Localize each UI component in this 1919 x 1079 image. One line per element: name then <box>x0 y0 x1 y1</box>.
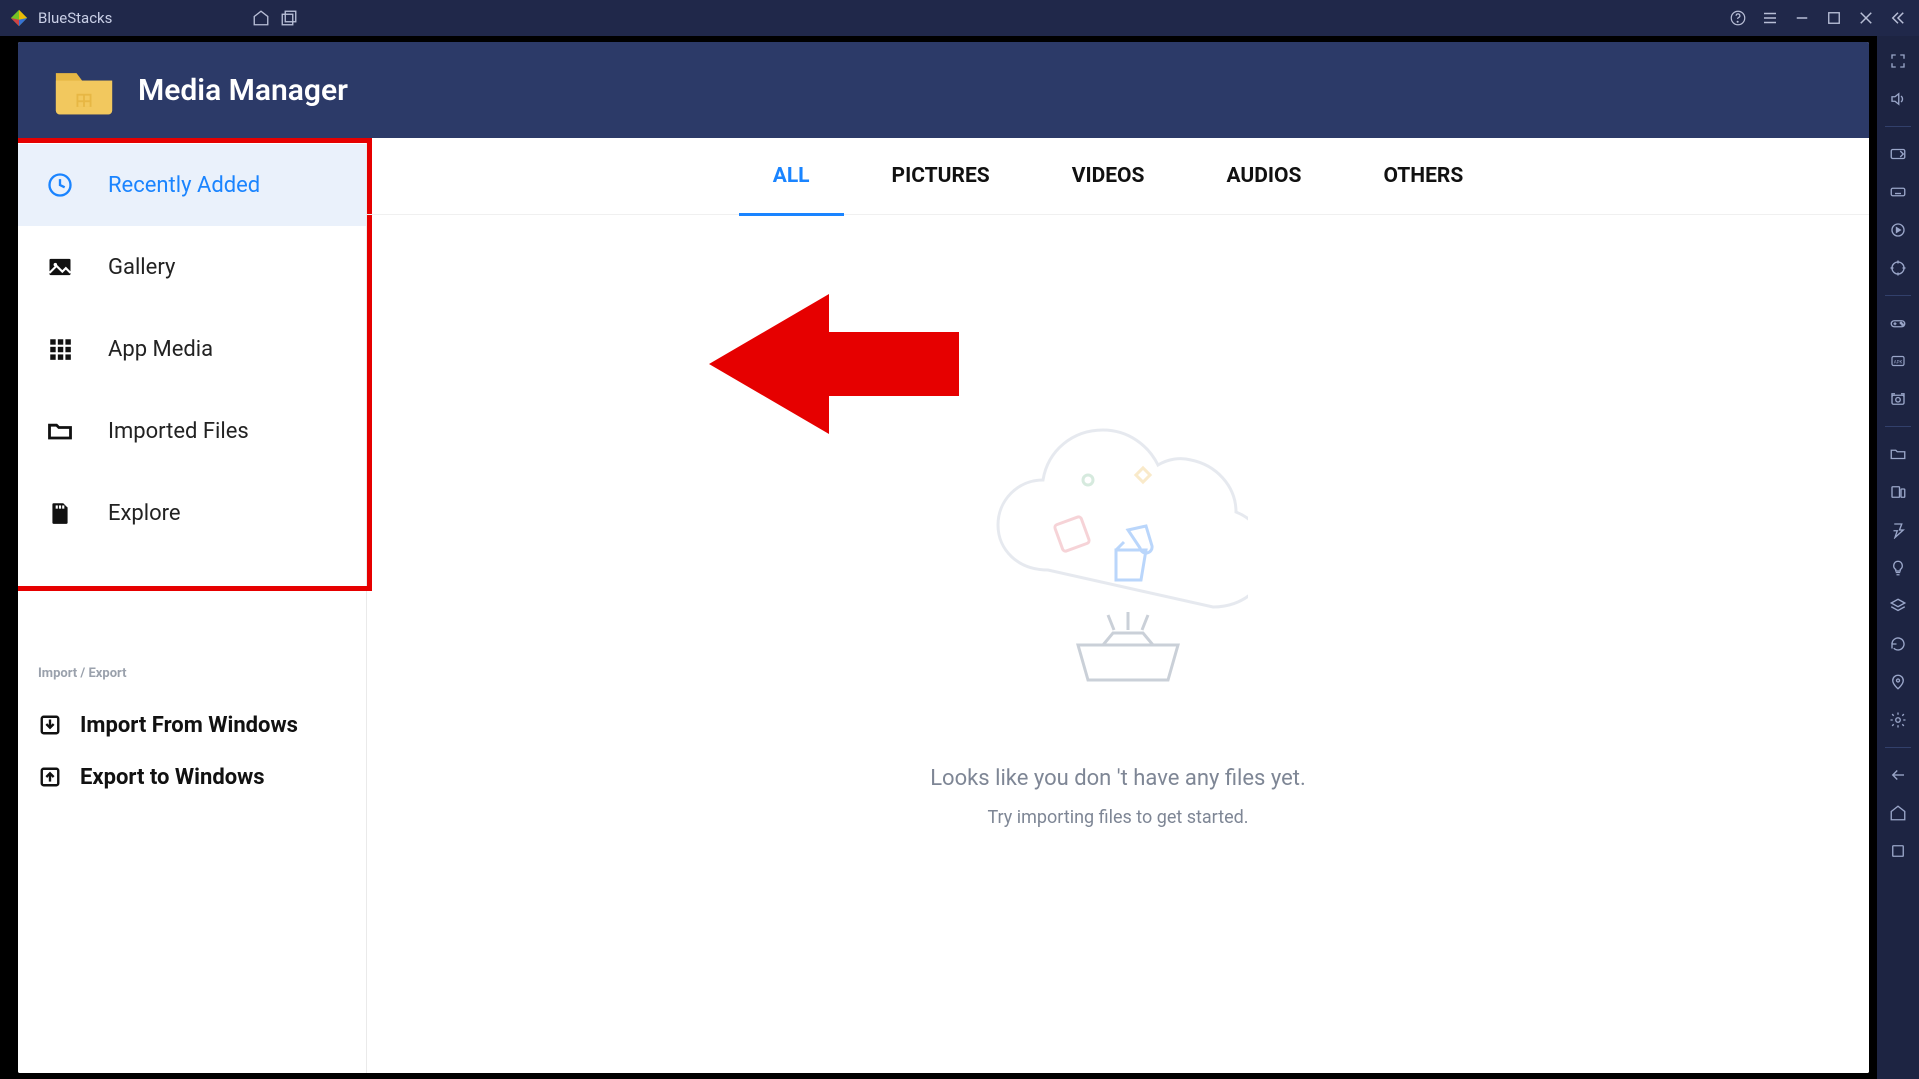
export-to-windows-button[interactable]: Export to Windows <box>38 751 346 803</box>
sidebar-item-gallery[interactable]: Gallery <box>18 226 366 308</box>
rotate-icon[interactable] <box>1885 629 1911 659</box>
apk-icon[interactable]: APK <box>1885 346 1911 376</box>
sidebar-item-label: Recently Added <box>108 173 260 198</box>
home-rail-icon[interactable] <box>1885 798 1911 828</box>
keyboard-icon[interactable] <box>1885 177 1911 207</box>
import-label: Import From Windows <box>80 713 298 738</box>
media-manager-window: Media Manager Recently Added <box>18 42 1869 1073</box>
gamepad-icon[interactable] <box>1885 308 1911 338</box>
import-export-section-label: Import / Export <box>38 666 346 681</box>
folder-icon <box>54 62 114 118</box>
upload-icon <box>38 766 62 788</box>
menu-icon[interactable] <box>1761 9 1779 27</box>
sidebar-item-recently-added[interactable]: Recently Added <box>18 144 366 226</box>
grid-icon <box>42 336 78 362</box>
empty-state: Looks like you don 't have any files yet… <box>367 215 1869 1073</box>
close-icon[interactable] <box>1857 9 1875 27</box>
sidebar-item-label: Gallery <box>108 255 175 280</box>
volume-icon[interactable] <box>1885 84 1911 114</box>
target-icon[interactable] <box>1885 253 1911 283</box>
sidebar-item-app-media[interactable]: App Media <box>18 308 366 390</box>
sidebar-item-explore[interactable]: Explore <box>18 472 366 554</box>
tab-all[interactable]: ALL <box>767 142 816 210</box>
windows-icon[interactable] <box>280 9 298 27</box>
content-pane: ALL PICTURES VIDEOS AUDIOS OTHERS <box>367 138 1869 1073</box>
tab-audios[interactable]: AUDIOS <box>1220 142 1307 210</box>
image-icon <box>42 253 78 281</box>
bulb-icon[interactable] <box>1885 553 1911 583</box>
chevrons-left-icon[interactable] <box>1889 9 1907 27</box>
tab-pictures[interactable]: PICTURES <box>886 142 996 210</box>
location-icon[interactable] <box>1885 667 1911 697</box>
right-rail: APK <box>1877 36 1919 1079</box>
page-title: Media Manager <box>138 73 348 108</box>
media-manager-header: Media Manager <box>18 42 1869 138</box>
app-name-label: BlueStacks <box>38 9 112 27</box>
export-label: Export to Windows <box>80 765 265 790</box>
folder-rail-icon[interactable] <box>1885 439 1911 469</box>
svg-text:APK: APK <box>1894 359 1903 365</box>
gear-icon[interactable] <box>1885 705 1911 735</box>
download-icon <box>38 714 62 736</box>
sd-card-icon <box>42 500 78 526</box>
import-from-windows-button[interactable]: Import From Windows <box>38 699 346 751</box>
maximize-icon[interactable] <box>1825 9 1843 27</box>
sidebar-item-imported-files[interactable]: Imported Files <box>18 390 366 472</box>
keymap-icon[interactable] <box>1885 139 1911 169</box>
folder-outline-icon <box>42 417 78 445</box>
tab-others[interactable]: OTHERS <box>1377 142 1469 210</box>
help-icon[interactable] <box>1729 9 1747 27</box>
empty-subtitle: Try importing files to get started. <box>987 807 1248 828</box>
layers-icon[interactable] <box>1885 591 1911 621</box>
screenshot-icon[interactable] <box>1885 384 1911 414</box>
clock-icon <box>42 171 78 199</box>
recents-icon[interactable] <box>1885 836 1911 866</box>
sidebar-item-label: Imported Files <box>108 419 249 444</box>
empty-title: Looks like you don 't have any files yet… <box>930 766 1306 791</box>
media-tabs: ALL PICTURES VIDEOS AUDIOS OTHERS <box>367 138 1869 215</box>
app-logo <box>10 9 28 27</box>
titlebar: BlueStacks <box>0 0 1919 36</box>
sidebar: Recently Added Gallery <box>18 138 367 1073</box>
app-viewport: Media Manager Recently Added <box>0 36 1877 1079</box>
fullscreen-icon[interactable] <box>1885 46 1911 76</box>
sidebar-item-label: App Media <box>108 337 213 362</box>
sidebar-item-label: Explore <box>108 501 181 526</box>
tab-videos[interactable]: VIDEOS <box>1066 142 1151 210</box>
minimize-icon[interactable] <box>1793 9 1811 27</box>
empty-illustration-icon <box>988 420 1248 750</box>
replay-icon[interactable] <box>1885 215 1911 245</box>
home-icon[interactable] <box>252 9 270 27</box>
multi-instance-icon[interactable] <box>1885 477 1911 507</box>
shake-icon[interactable] <box>1885 515 1911 545</box>
back-icon[interactable] <box>1885 760 1911 790</box>
